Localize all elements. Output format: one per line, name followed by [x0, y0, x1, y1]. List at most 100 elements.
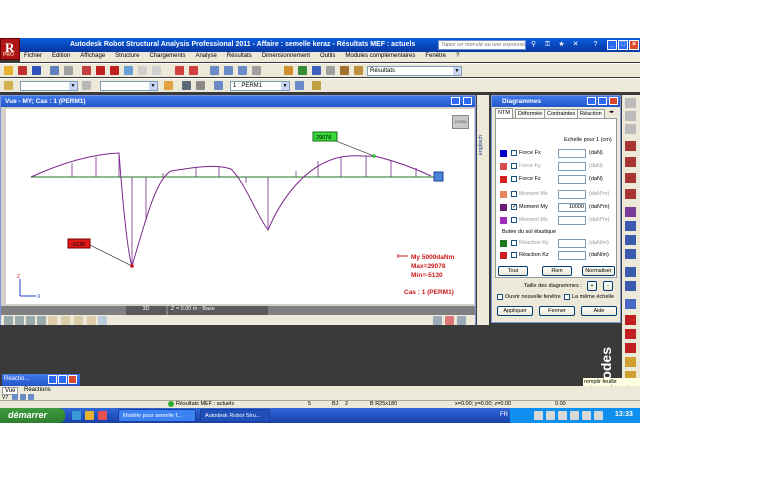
menu-analyse[interactable]: Analyse [191, 52, 220, 60]
rien-button[interactable]: Rien [542, 266, 572, 276]
row-checkbox[interactable] [511, 163, 517, 169]
scroll-left-icon[interactable] [433, 316, 442, 325]
menu-fenetre[interactable]: Fenêtre [421, 52, 450, 60]
new-window-checkbox[interactable] [497, 294, 503, 300]
grid-icon[interactable] [238, 66, 247, 75]
rtool-red3-icon[interactable] [625, 343, 636, 353]
object-combo[interactable]: ▼ [100, 81, 158, 91]
paste-icon[interactable] [138, 66, 147, 75]
start-button[interactable]: démarrer [0, 408, 65, 423]
view-icon[interactable] [196, 81, 205, 90]
quicklaunch-folder-icon[interactable] [85, 411, 94, 420]
mode-3d-tab[interactable]: 3D [126, 306, 166, 315]
tray-5-icon[interactable] [582, 411, 591, 420]
rtool-grid-icon[interactable] [625, 281, 636, 291]
view-tool-10-icon[interactable] [445, 316, 454, 325]
size-decrease-button[interactable]: - [603, 281, 613, 291]
rtool-3-icon[interactable] [625, 124, 636, 134]
star-icon[interactable]: ★ [556, 40, 567, 50]
rtool-frame4-icon[interactable] [625, 189, 636, 199]
row-scale-input[interactable] [558, 216, 586, 225]
row-scale-input[interactable] [558, 162, 586, 171]
tab-scroll-icon[interactable]: ◂▸ [609, 109, 614, 115]
redo-icon[interactable] [175, 66, 184, 75]
diagrams-max-button[interactable] [598, 97, 607, 105]
diagrams-min-button[interactable] [587, 97, 596, 105]
print-icon[interactable] [50, 66, 59, 75]
view-tool-4-icon[interactable] [37, 316, 46, 325]
menu-modules[interactable]: Modules complémentaires [341, 52, 419, 60]
selection-combo[interactable]: ▼ [20, 81, 78, 91]
view-tool-9-icon[interactable] [98, 316, 107, 325]
same-scale-checkbox[interactable] [564, 294, 570, 300]
case-icon[interactable] [214, 81, 223, 90]
zoom-cube-button[interactable]: ZOOM [452, 115, 469, 129]
view-tool-7-icon[interactable] [74, 316, 83, 325]
tout-button[interactable]: Tout [498, 266, 528, 276]
help-icon[interactable]: ? [590, 40, 601, 50]
structure-icon[interactable] [4, 81, 13, 90]
row-checkbox[interactable]: ✓ [511, 204, 517, 210]
rtool-map-icon[interactable] [625, 299, 636, 309]
redo2-icon[interactable] [189, 66, 198, 75]
menu-edition[interactable]: Edition [48, 52, 74, 60]
language-indicator[interactable]: FR [500, 412, 508, 418]
tray-3-icon[interactable] [558, 411, 567, 420]
view-tool-5-icon[interactable] [48, 316, 57, 325]
help-search-input[interactable]: Tapez un mot-clé ou une expressio [438, 40, 526, 50]
rtool-2-icon[interactable] [625, 111, 636, 121]
delete-icon[interactable] [110, 66, 119, 75]
row-scale-input[interactable] [558, 251, 586, 260]
menu-help[interactable]: ? [452, 52, 463, 60]
view-tool-2-icon[interactable] [15, 316, 24, 325]
binoculars-icon[interactable]: ⚲ [528, 40, 539, 50]
view-minimize-button[interactable] [451, 97, 460, 105]
tab-reaction[interactable]: Réaction [577, 109, 605, 118]
report-icon[interactable] [354, 66, 363, 75]
calc-icon[interactable] [224, 66, 233, 75]
tab-reactions[interactable]: Réactions [22, 387, 53, 393]
map-icon[interactable] [298, 66, 307, 75]
row-checkbox[interactable] [511, 176, 517, 182]
tray-1-icon[interactable] [534, 411, 543, 420]
copy-icon[interactable] [124, 66, 133, 75]
size-increase-button[interactable]: + [587, 281, 597, 291]
undo-icon[interactable] [82, 66, 91, 75]
plane-selector[interactable]: Z = 0.00 m - Base [168, 306, 268, 315]
filter-icon[interactable] [164, 81, 173, 90]
rtool-moment-icon[interactable] [625, 207, 636, 217]
view-maximize-button[interactable] [463, 97, 472, 105]
row-scale-input[interactable] [558, 175, 586, 184]
open-icon[interactable] [18, 66, 27, 75]
view-tool-3-icon[interactable] [26, 316, 35, 325]
rtool-frame3-icon[interactable] [625, 173, 636, 183]
rtool-reaction-icon[interactable] [625, 249, 636, 259]
appliquer-button[interactable]: Appliquer [497, 306, 533, 316]
minimize-button[interactable]: _ [607, 40, 617, 50]
view-tool-1-icon[interactable] [4, 316, 13, 325]
rtool-frame-icon[interactable] [625, 141, 636, 151]
row-checkbox[interactable] [511, 252, 517, 258]
diagrams-close-button[interactable] [609, 97, 618, 105]
fermer-button[interactable]: Fermer [539, 306, 575, 316]
scale-icon[interactable] [312, 66, 321, 75]
task-word[interactable]: Modèle pour semelle f... [118, 409, 196, 422]
rtool-stress-icon[interactable] [625, 235, 636, 245]
reactions-minimized-window[interactable]: Réactio... [2, 374, 80, 386]
rtool-table-icon[interactable] [625, 267, 636, 277]
menu-structure[interactable]: Structure [111, 52, 143, 60]
select-icon[interactable] [82, 81, 91, 90]
tray-6-icon[interactable] [594, 411, 603, 420]
properties-icon[interactable] [152, 66, 161, 75]
camera-icon[interactable] [182, 81, 191, 90]
next-case-icon[interactable] [295, 81, 304, 90]
aide-button[interactable]: Aide [581, 306, 617, 316]
row-scale-input[interactable]: 10000 [558, 203, 586, 212]
drawing-canvas[interactable]: -5130 29078 X Z My 5000daNm Max=29078 Mi… [6, 109, 474, 304]
rtool-red1-icon[interactable] [625, 315, 636, 325]
quicklaunch-ie-icon[interactable] [72, 411, 81, 420]
rtool-1-icon[interactable] [625, 98, 636, 108]
tab-deformee[interactable]: Déformée [515, 109, 546, 118]
menu-dimensionnement[interactable]: Dimensionnement [258, 52, 314, 60]
view-tool-6-icon[interactable] [61, 316, 70, 325]
